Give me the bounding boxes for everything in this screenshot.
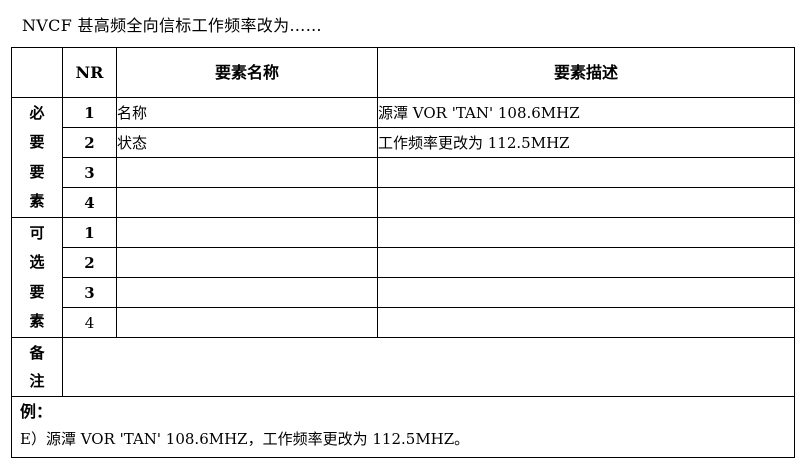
remarks-row: 备 注	[11, 337, 795, 397]
element-name-cell	[116, 157, 378, 188]
example-text: E）源潭 VOR 'TAN' 108.6MHZ，工作频率更改为 112.5MHZ…	[20, 430, 470, 448]
element-name-cell	[116, 247, 378, 278]
element-description-cell	[377, 247, 795, 278]
row-number: 4	[62, 307, 117, 338]
required-elements-label: 必 要 要 素	[11, 97, 63, 218]
element-description-cell	[377, 157, 795, 188]
row-number: 2	[62, 127, 117, 158]
element-description-cell: 源潭 VOR 'TAN' 108.6MHZ	[377, 97, 795, 128]
element-name-cell	[116, 187, 378, 218]
table-row: 3	[12, 157, 795, 188]
row-number: 2	[62, 247, 117, 278]
row-number: 1	[62, 217, 117, 248]
table-row: 3	[12, 277, 795, 308]
header-element-name: 要素名称	[116, 47, 378, 98]
element-name-cell: 状态	[116, 127, 378, 158]
example-row: 例： E）源潭 VOR 'TAN' 108.6MHZ，工作频率更改为 112.5…	[11, 396, 795, 458]
table-row: 必 要 要 素 1 名称 源潭 VOR 'TAN' 108.6MHZ	[11, 97, 795, 218]
header-corner-cell	[11, 47, 63, 98]
notam-element-table: NR 要素名称 要素描述 必 要 要 素 1 名称 源潭 VOR 'TAN' 1…	[11, 47, 795, 458]
optional-elements-label: 可 选 要 素	[11, 217, 63, 338]
example-label: 例：	[20, 402, 53, 421]
remarks-content	[62, 337, 795, 397]
row-number: 3	[62, 277, 117, 308]
element-description-cell	[377, 307, 795, 338]
element-name-cell	[116, 217, 378, 248]
element-name-cell	[116, 277, 378, 308]
table-row: 4	[12, 187, 795, 218]
example-cell: 例： E）源潭 VOR 'TAN' 108.6MHZ，工作频率更改为 112.5…	[11, 396, 795, 458]
table-row: 4	[12, 307, 795, 338]
row-number: 3	[62, 157, 117, 188]
element-description-cell: 工作频率更改为 112.5MHZ	[377, 127, 795, 158]
element-name-cell: 名称	[116, 97, 378, 128]
element-description-cell	[377, 187, 795, 218]
table-row: 2	[12, 247, 795, 278]
table-row: 可 选 要 素 1	[11, 217, 795, 338]
remarks-label: 备 注	[11, 337, 63, 397]
row-number: 1	[62, 97, 117, 128]
element-name-cell	[116, 307, 378, 338]
element-description-cell	[377, 277, 795, 308]
element-description-cell	[377, 217, 795, 248]
page-title: NVCF 甚高频全向信标工作频率改为……	[22, 16, 322, 35]
table-row: 2 状态 工作频率更改为 112.5MHZ	[12, 127, 795, 158]
table-header-row: NR 要素名称 要素描述	[11, 47, 795, 98]
row-number: 4	[62, 187, 117, 218]
header-element-description: 要素描述	[377, 47, 795, 98]
header-nr: NR	[62, 47, 117, 98]
